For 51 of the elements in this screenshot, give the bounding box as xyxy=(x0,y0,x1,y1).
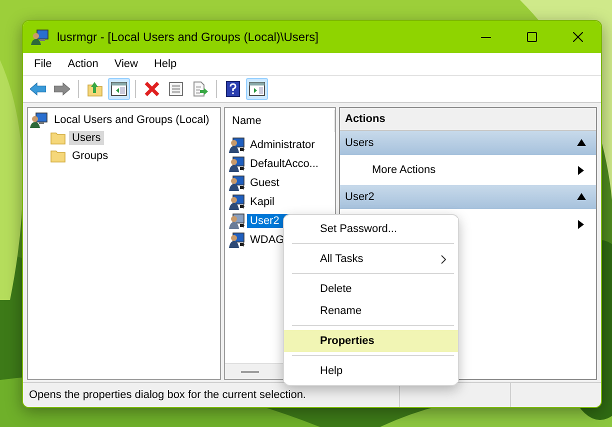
toolbar-button[interactable] xyxy=(108,78,130,100)
toolbar-button[interactable] xyxy=(246,78,268,100)
window-title: lusrmgr - [Local Users and Groups (Local)\Users] xyxy=(57,30,320,44)
back-arrow-icon[interactable] xyxy=(30,82,46,96)
computer-users-icon xyxy=(31,29,49,45)
folder-icon xyxy=(50,149,66,163)
submenu-arrow-icon[interactable] xyxy=(578,166,584,174)
action-pane-icon[interactable] xyxy=(249,82,265,96)
menu-item[interactable]: File xyxy=(27,58,59,70)
menu-item[interactable]: Help xyxy=(146,58,184,70)
help-icon[interactable] xyxy=(226,81,240,97)
user-icon xyxy=(229,212,245,228)
status-text: Opens the properties dialog box for the current selection. xyxy=(28,388,307,403)
list-item[interactable]: Guest xyxy=(247,176,335,190)
maximize-icon xyxy=(527,32,537,42)
context-menu-item[interactable]: Properties xyxy=(284,330,458,352)
action-section-header[interactable]: User2 xyxy=(340,185,596,209)
list-item[interactable]: Administrator xyxy=(247,138,335,152)
forward-arrow-icon[interactable] xyxy=(54,82,70,96)
menu-item[interactable]: Action xyxy=(60,58,106,70)
computer-users-icon xyxy=(30,112,48,128)
close-icon xyxy=(573,32,583,42)
user-icon xyxy=(229,174,245,190)
actions-header: Actions xyxy=(340,108,596,131)
console-tree-icon[interactable] xyxy=(111,82,127,96)
user-icon xyxy=(229,194,245,210)
minimize-icon xyxy=(481,36,491,38)
context-menu-item[interactable]: Set Password... xyxy=(284,218,458,240)
user-icon xyxy=(229,136,245,152)
folder-icon xyxy=(50,131,66,145)
tree-item[interactable]: Users xyxy=(69,131,104,145)
menu-item[interactable]: View xyxy=(107,58,145,70)
user-icon xyxy=(229,156,245,172)
section-title: User2 xyxy=(345,191,374,203)
collapse-arrow-icon[interactable] xyxy=(577,139,586,146)
context-menu-item[interactable]: Delete xyxy=(284,278,458,300)
user-icon xyxy=(229,232,245,248)
context-menu-item[interactable]: Rename xyxy=(284,300,458,322)
action-link[interactable]: More Actions xyxy=(372,164,436,176)
tree-item[interactable]: Local Users and Groups (Local) xyxy=(51,113,212,127)
list-item[interactable]: DefaultAcco... xyxy=(247,156,335,170)
chevron-right-icon xyxy=(441,254,446,264)
context-menu-item[interactable]: Help xyxy=(284,360,458,382)
context-menu-item[interactable]: All Tasks xyxy=(284,248,458,270)
tree-item[interactable]: Groups xyxy=(69,149,112,163)
column-header[interactable]: Name xyxy=(232,110,335,132)
submenu-arrow-icon[interactable] xyxy=(578,220,584,228)
action-section-header[interactable]: Users xyxy=(340,131,596,155)
collapse-arrow-icon[interactable] xyxy=(577,193,586,200)
section-title: Users xyxy=(345,137,374,149)
list-item[interactable]: Kapil xyxy=(247,194,335,208)
